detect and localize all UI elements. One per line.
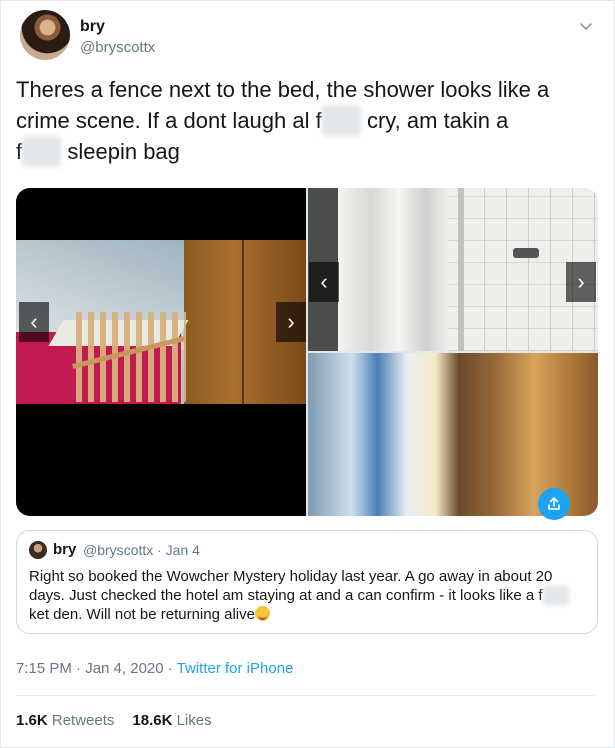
display-name[interactable]: bry (80, 18, 105, 36)
carousel-next-arrow[interactable]: › (276, 302, 306, 342)
carousel-prev-arrow[interactable]: ‹ (309, 262, 339, 302)
censored-word: ucki (22, 136, 62, 167)
quoted-text: Right so booked the Wowcher Mystery holi… (29, 567, 589, 624)
timestamp: 7:15 PM · Jan 4, 2020 · Twitter for iPho… (16, 660, 294, 677)
quoted-meta: @bryscottx · Jan 4 (83, 542, 200, 558)
carousel-next-arrow[interactable]: › (566, 262, 596, 302)
likes-stat[interactable]: 18.6K Likes (132, 712, 211, 729)
smiling-emoji-icon (254, 606, 270, 621)
media-grid (16, 188, 598, 516)
carousel-prev-arrow[interactable]: ‹ (19, 302, 49, 342)
source-link[interactable]: Twitter for iPhone (177, 660, 294, 677)
photo-bedroom[interactable] (16, 188, 306, 516)
tweet-line-1: Theres a fence next to the bed, the show… (16, 77, 550, 102)
censored-word: ucki (542, 586, 570, 605)
tweet-line-3: fucki sleepin bag (16, 136, 596, 167)
tweet-line-2: crime scene. If a dont laugh al fucki cr… (16, 105, 596, 136)
user-handle[interactable]: @bryscottx (80, 39, 155, 56)
tweet-text: Theres a fence next to the bed, the show… (16, 74, 596, 167)
chevron-down-icon[interactable] (576, 16, 596, 36)
tweet-header: bry @bryscottx (20, 10, 600, 64)
retweets-stat[interactable]: 1.6K Retweets (16, 712, 114, 729)
photo-shower[interactable] (308, 188, 598, 351)
engagement-stats: 1.6K Retweets 18.6K Likes (16, 712, 212, 729)
quoted-tweet[interactable]: bry @bryscottx · Jan 4 Right so booked t… (16, 530, 598, 634)
divider (16, 695, 598, 696)
share-icon[interactable] (538, 488, 570, 520)
quoted-display-name: bry (53, 541, 77, 558)
avatar[interactable] (20, 10, 70, 60)
censored-word: ucki (321, 105, 361, 136)
avatar (29, 541, 47, 559)
